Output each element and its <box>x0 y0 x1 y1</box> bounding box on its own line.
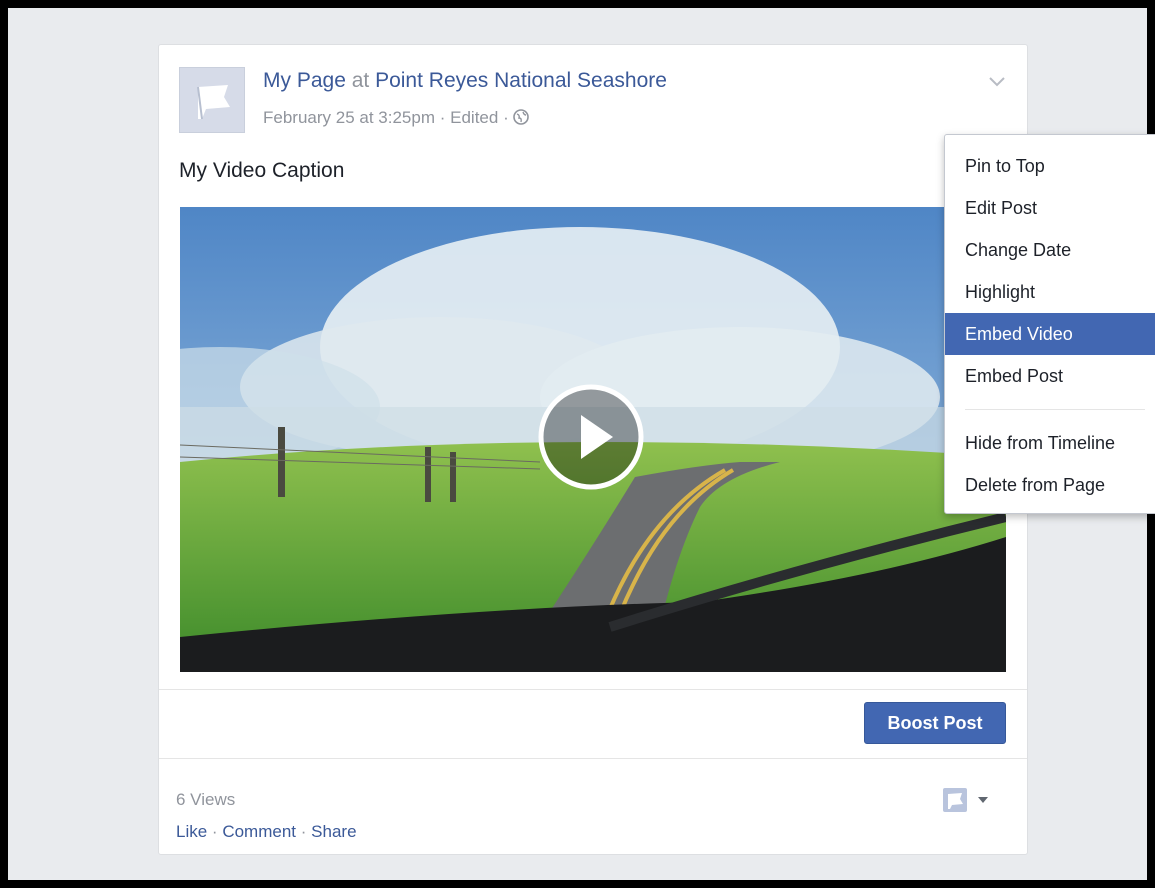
menu-item-change-date[interactable]: Change Date <box>945 229 1155 271</box>
post-date-link[interactable]: February 25 at 3:25pm <box>263 108 435 127</box>
post-options-menu: Pin to Top Edit Post Change Date Highlig… <box>944 134 1155 514</box>
menu-item-pin-to-top[interactable]: Pin to Top <box>945 145 1155 187</box>
page-selector[interactable] <box>943 788 989 817</box>
action-separator: · <box>211 822 218 841</box>
page-background: My Page at Point Reyes National Seashore… <box>8 8 1155 880</box>
video-player[interactable] <box>180 207 1006 672</box>
meta-separator: · <box>439 108 446 127</box>
menu-item-highlight[interactable]: Highlight <box>945 271 1155 313</box>
at-text: at <box>351 69 370 92</box>
play-icon[interactable] <box>537 383 645 491</box>
divider <box>159 758 1027 759</box>
menu-item-hide-from-timeline[interactable]: Hide from Timeline <box>945 422 1155 464</box>
like-link[interactable]: Like <box>176 822 207 841</box>
boost-post-button[interactable]: Boost Post <box>864 702 1006 744</box>
action-separator: · <box>300 822 307 841</box>
menu-item-embed-post[interactable]: Embed Post <box>945 355 1155 397</box>
flag-icon <box>943 788 967 812</box>
location-link[interactable]: Point Reyes National Seashore <box>375 69 667 92</box>
menu-separator <box>965 409 1145 410</box>
menu-item-delete-from-page[interactable]: Delete from Page <box>945 464 1155 506</box>
post-actions: Like · Comment · Share <box>176 822 357 842</box>
post-caption: My Video Caption <box>179 159 345 182</box>
caret-down-icon <box>978 797 989 803</box>
globe-icon[interactable] <box>513 109 530 125</box>
post-header: My Page at Point Reyes National Seashore <box>263 69 667 93</box>
view-count: 6 Views <box>176 790 236 809</box>
flag-icon <box>197 85 230 120</box>
edited-link[interactable]: Edited <box>450 108 498 127</box>
divider <box>159 689 1027 690</box>
share-link[interactable]: Share <box>311 822 356 841</box>
chevron-down-icon[interactable] <box>988 76 1006 88</box>
post-card: My Page at Point Reyes National Seashore… <box>158 44 1155 855</box>
meta-separator: · <box>503 108 509 127</box>
menu-item-embed-video[interactable]: Embed Video <box>945 313 1155 355</box>
page-name-link[interactable]: My Page <box>263 69 346 92</box>
page-avatar[interactable] <box>179 67 245 133</box>
post-meta: February 25 at 3:25pm · Edited · <box>263 108 530 128</box>
menu-item-edit-post[interactable]: Edit Post <box>945 187 1155 229</box>
comment-link[interactable]: Comment <box>222 822 296 841</box>
